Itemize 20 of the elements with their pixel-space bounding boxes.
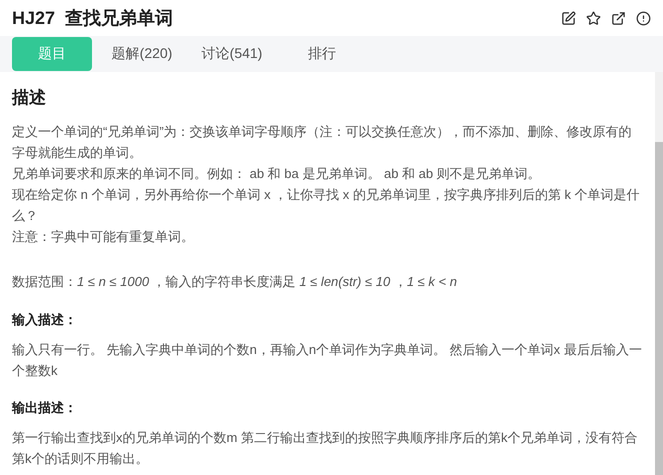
problem-code: HJ27 bbox=[12, 8, 56, 28]
problem-title: 查找兄弟单词 bbox=[65, 7, 174, 30]
tab[interactable]: 排行 bbox=[282, 37, 362, 71]
paragraph: 输入只有一行。 先输入字典中单词的个数n，再输入n个单词作为字典单词。 然后输入一个单词x 最后后输入一个整数k bbox=[12, 341, 643, 380]
paragraph: 注意：字典中可能有重复单词。 bbox=[12, 228, 195, 246]
alert-icon[interactable] bbox=[636, 10, 651, 26]
scrollbar[interactable] bbox=[655, 72, 663, 475]
tab[interactable]: 讨论(541) bbox=[192, 37, 272, 71]
section-heading: 输入描述： bbox=[12, 311, 78, 329]
edit-icon[interactable] bbox=[561, 10, 576, 26]
tab[interactable]: 题解(220) bbox=[102, 37, 182, 71]
external-link-icon[interactable] bbox=[611, 10, 626, 26]
section-heading: 输出描述： bbox=[12, 399, 78, 417]
paragraph: 定义一个单词的“兄弟单词”为：交换该单词字母顺序（注：可以交换任意次），而不添加、删除、修改原有的字母就能生成的单词。 bbox=[12, 123, 633, 162]
star-icon[interactable] bbox=[586, 10, 601, 26]
paragraph: 兄弟单词要求和原来的单词不同。例如： ab 和 ba 是兄弟单词。 ab 和 ab 则不是兄弟单词。 bbox=[12, 165, 542, 183]
paragraph: 现在给定你 n 个单词，另外再给你一个单词 x ，让你寻找 x 的兄弟单词里，按字典序排列后的第 k 个单词是什么？ bbox=[12, 186, 641, 225]
section-heading: 描述 bbox=[12, 87, 47, 109]
data-range-text: 数据范围：1 ≤ n ≤ 1000 ，输入的字符串长度满足 1 ≤ len(str) ≤ 10 ，1 ≤ k < n bbox=[12, 273, 458, 291]
paragraph: 第一行输出查找到x的兄弟单词的个数m 第二行输出查找到的按照字典顺序排序后的第k个兄弟单词，没有符合第k个的话则不用输出。 bbox=[12, 429, 638, 468]
